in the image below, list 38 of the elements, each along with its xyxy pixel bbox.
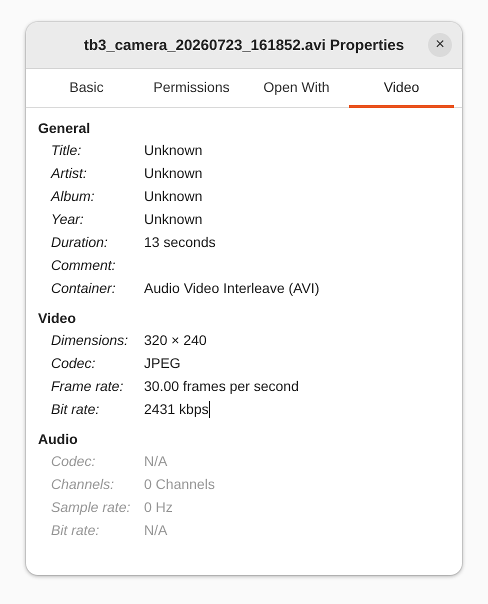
field-value: 2431 kbps [144,400,209,418]
field-value: Unknown [144,141,202,159]
field-label: Artist: [51,164,87,182]
field-value: Unknown [144,164,202,182]
field-value: 13 seconds [144,233,216,251]
field-label: Codec: [51,354,96,372]
window-title: tb3_camera_20260723_161852.avi Properties [84,36,404,54]
close-button[interactable]: × [428,33,452,57]
field-value: N/A [144,452,168,470]
field-value: JPEG [144,354,181,372]
field-value: Unknown [144,210,202,228]
field-label: Channels: [51,475,114,493]
section-heading: General [38,119,92,137]
field-value: Unknown [144,187,202,205]
field-value: Audio Video Interleave (AVI) [144,279,320,297]
field-label: Codec: [51,452,96,470]
tab[interactable]: Permissions [139,69,244,108]
field-value: 0 Channels [144,475,215,493]
tab[interactable]: Basic [34,69,139,108]
tab[interactable]: Video [349,69,454,108]
field-value: 30.00 frames per second [144,377,299,395]
field-label: Duration: [51,233,108,251]
section-heading: Video [38,309,77,327]
field-label: Year: [51,210,84,228]
field-value: 0 Hz [144,498,173,516]
field-label: Title: [51,141,82,159]
field-label: Album: [51,187,95,205]
field-label: Bit rate: [51,400,100,418]
tab[interactable]: Open With [244,69,349,108]
field-label: Bit rate: [51,521,100,539]
field-label: Comment: [51,256,116,274]
field-value: 320 × 240 [144,331,207,349]
field-label: Container: [51,279,116,297]
field-label: Dimensions: [51,331,128,349]
field-value: N/A [144,521,168,539]
section-heading: Audio [38,430,79,448]
field-label: Sample rate: [51,498,130,516]
field-label: Frame rate: [51,377,124,395]
